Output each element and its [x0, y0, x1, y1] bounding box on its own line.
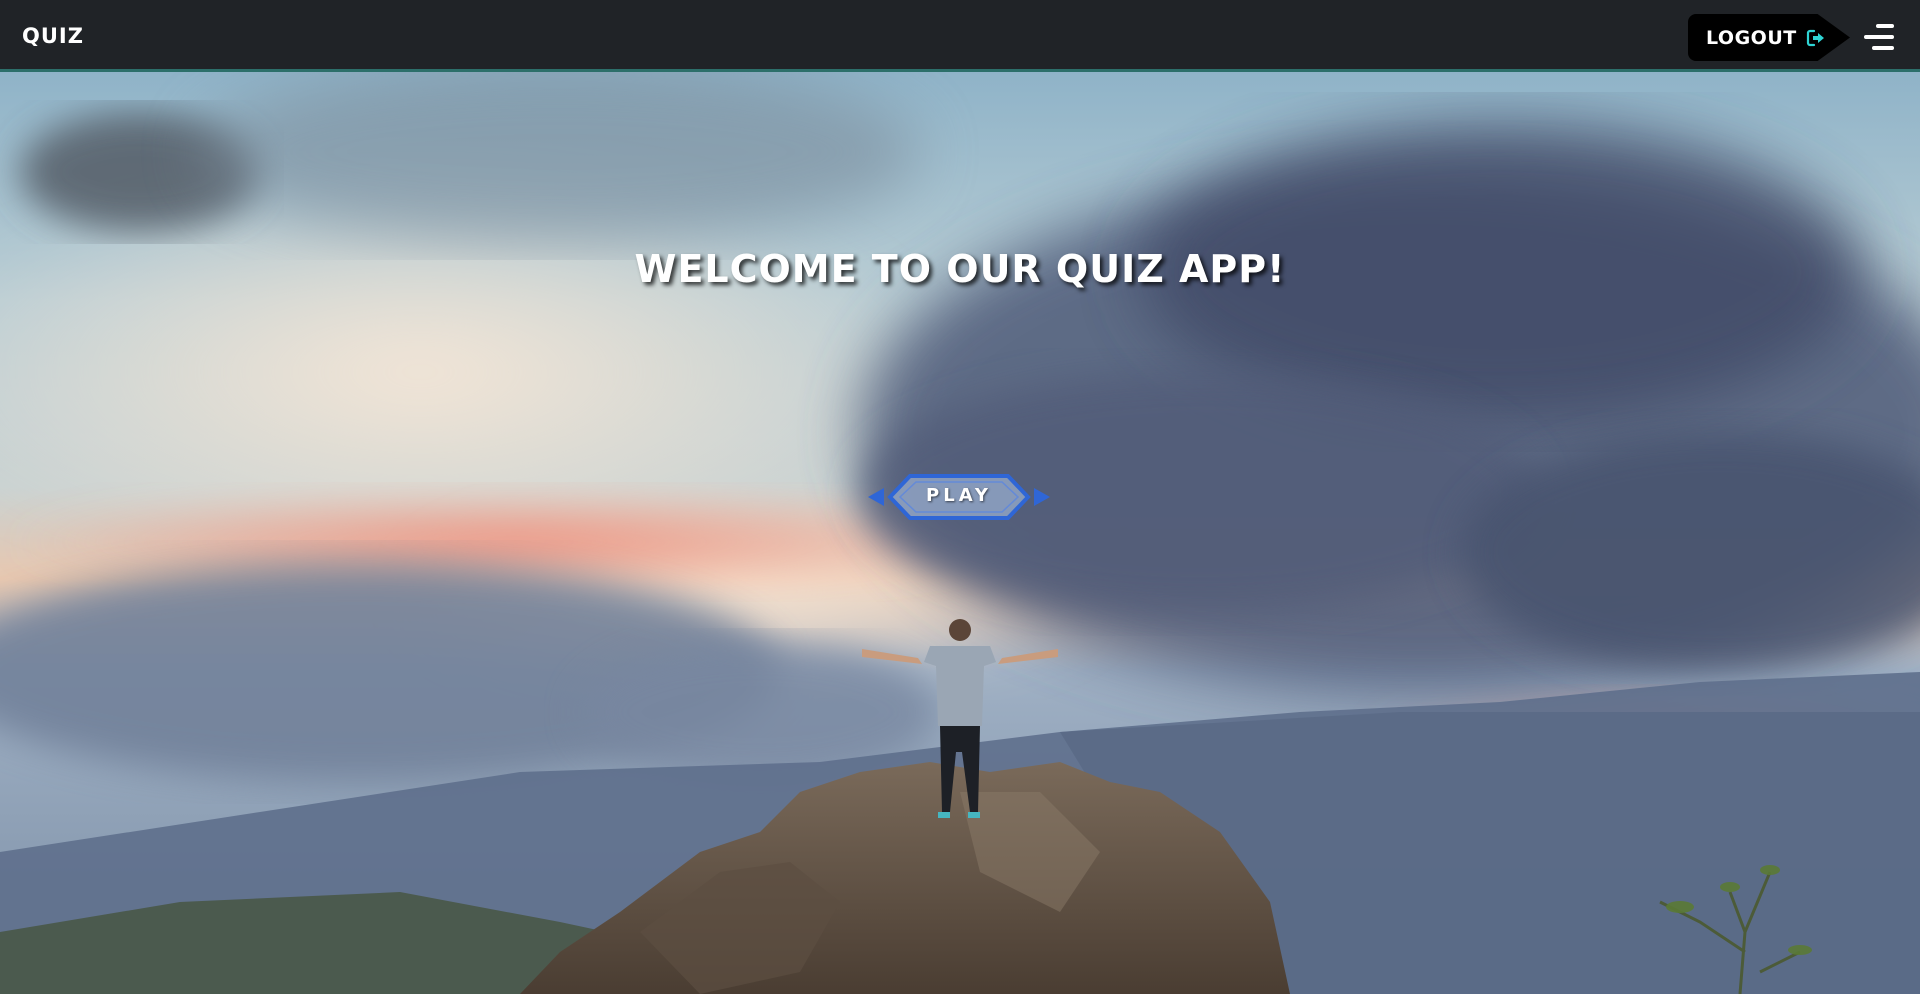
welcome-headline: WELCOME TO OUR QUIZ APP! — [634, 247, 1286, 291]
top-navbar: QUIZ LOGOUT — [0, 0, 1920, 72]
play-label: PLAY — [926, 485, 992, 506]
hero-background-image — [0, 72, 1920, 994]
logout-button[interactable]: LOGOUT — [1688, 14, 1850, 61]
quiz-app-page: QUIZ LOGOUT WELCOME TO OUR QUIZ APP! PLA… — [0, 0, 1920, 994]
brand-logo[interactable]: QUIZ — [22, 24, 84, 48]
logout-arrow-icon — [1806, 28, 1826, 48]
logout-label: LOGOUT — [1706, 26, 1797, 49]
play-button[interactable]: PLAY — [866, 472, 1052, 522]
hero-section: WELCOME TO OUR QUIZ APP! PLAY — [0, 72, 1920, 994]
hamburger-menu-icon[interactable] — [1862, 24, 1894, 50]
